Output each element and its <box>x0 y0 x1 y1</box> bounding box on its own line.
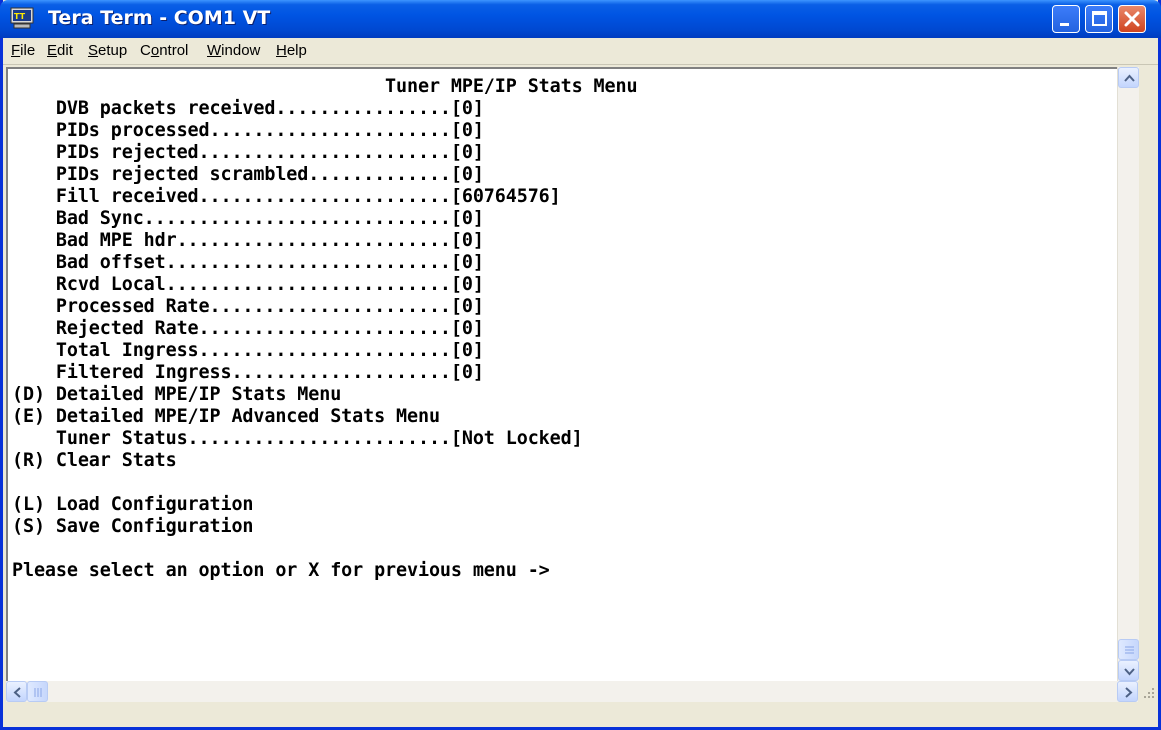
horizontal-scroll-thumb[interactable] <box>27 681 48 702</box>
menu-edit-mnemonic: E <box>47 42 58 59</box>
resize-grip[interactable] <box>1138 681 1158 702</box>
resize-grip-icon <box>1144 688 1154 698</box>
title-bar[interactable]: TT Tera Term - COM1 VT <box>0 0 1161 38</box>
close-icon <box>1124 11 1140 27</box>
option-load-config: (L) Load Configuration <box>12 494 254 515</box>
menu-setup-mnemonic: S <box>88 42 99 59</box>
scroll-down-button[interactable] <box>1118 660 1139 681</box>
scroll-left-icon <box>13 687 21 698</box>
menu-setup[interactable]: Setup <box>88 42 127 59</box>
stat-pids-scrambled: PIDs rejected scrambled.............[0] <box>12 164 484 185</box>
menu-help-mnemonic: H <box>276 42 287 59</box>
menu-setup-rest: etup <box>98 42 128 59</box>
menu-edit-rest: dit <box>57 42 73 59</box>
menu-title: Tuner MPE/IP Stats Menu <box>12 76 638 97</box>
menu-help[interactable]: Help <box>276 42 307 59</box>
thumb-grip-icon <box>1125 646 1134 654</box>
maximize-button[interactable] <box>1085 5 1113 33</box>
scroll-right-button[interactable] <box>1117 681 1138 702</box>
scroll-right-icon <box>1125 687 1133 698</box>
tera-term-icon: TT <box>10 7 34 29</box>
menu-file-mnemonic: F <box>11 42 21 59</box>
tuner-status: Tuner Status........................[Not… <box>12 428 583 449</box>
maximize-icon <box>1092 11 1107 26</box>
thumb-grip-icon <box>34 688 42 697</box>
vertical-scrollbar[interactable] <box>1117 67 1139 681</box>
stat-dvb-packets: DVB packets received................[0] <box>12 98 484 119</box>
prompt-line: Please select an option or X for previou… <box>12 560 550 581</box>
close-button[interactable] <box>1118 5 1146 33</box>
minimize-button[interactable] <box>1052 5 1080 33</box>
menu-help-rest: elp <box>286 42 307 59</box>
option-save-config: (S) Save Configuration <box>12 516 254 537</box>
menu-control-mnemonic: o <box>150 42 160 59</box>
stat-pids-processed: PIDs processed......................[0] <box>12 120 484 141</box>
menu-control[interactable]: Control <box>140 42 188 59</box>
stat-total-ingress: Total Ingress.......................[0] <box>12 340 484 361</box>
stat-pids-rejected: PIDs rejected.......................[0] <box>12 142 484 163</box>
option-detailed-stats: (D) Detailed MPE/IP Stats Menu <box>12 384 342 405</box>
scroll-up-button[interactable] <box>1118 67 1139 88</box>
menu-window[interactable]: Window <box>207 42 260 59</box>
window-title: Tera Term - COM1 VT <box>48 7 271 29</box>
menu-window-mnemonic: W <box>207 42 222 59</box>
stat-bad-mpe-hdr: Bad MPE hdr.........................[0] <box>12 230 484 251</box>
tera-term-window: TT Tera Term - COM1 VT File Edit Setup C… <box>0 0 1161 730</box>
menu-control-rest: ntrol <box>159 42 189 59</box>
stat-bad-sync: Bad Sync............................[0] <box>12 208 484 229</box>
svg-text:TT: TT <box>14 12 26 21</box>
scroll-left-button[interactable] <box>6 681 27 702</box>
scroll-up-icon <box>1124 74 1135 82</box>
stat-rcvd-local: Rcvd Local..........................[0] <box>12 274 484 295</box>
option-clear-stats: (R) Clear Stats <box>12 450 177 471</box>
menu-file[interactable]: File <box>11 42 35 59</box>
menu-window-rest: indow <box>221 42 261 59</box>
stat-filtered-ingress: Filtered Ingress....................[0] <box>12 362 484 383</box>
stat-fill-received: Fill received.......................[607… <box>12 186 561 207</box>
vertical-scroll-thumb[interactable] <box>1118 639 1139 660</box>
menu-control-pre: C <box>140 42 151 59</box>
horizontal-scrollbar[interactable] <box>6 681 1138 702</box>
stat-bad-offset: Bad offset..........................[0] <box>12 252 484 273</box>
minimize-icon <box>1060 23 1069 26</box>
stat-rejected-rate: Rejected Rate.......................[0] <box>12 318 484 339</box>
terminal-screen[interactable]: Tuner MPE/IP Stats Menu DVB packets rece… <box>6 67 1117 681</box>
option-advanced-stats: (E) Detailed MPE/IP Advanced Stats Menu <box>12 406 440 427</box>
menu-file-rest: ile <box>20 42 36 59</box>
scroll-down-icon <box>1124 668 1135 676</box>
menu-bar: File Edit Setup Control Window Help <box>3 38 1158 65</box>
stat-processed-rate: Processed Rate......................[0] <box>12 296 484 317</box>
menu-edit[interactable]: Edit <box>47 42 73 59</box>
